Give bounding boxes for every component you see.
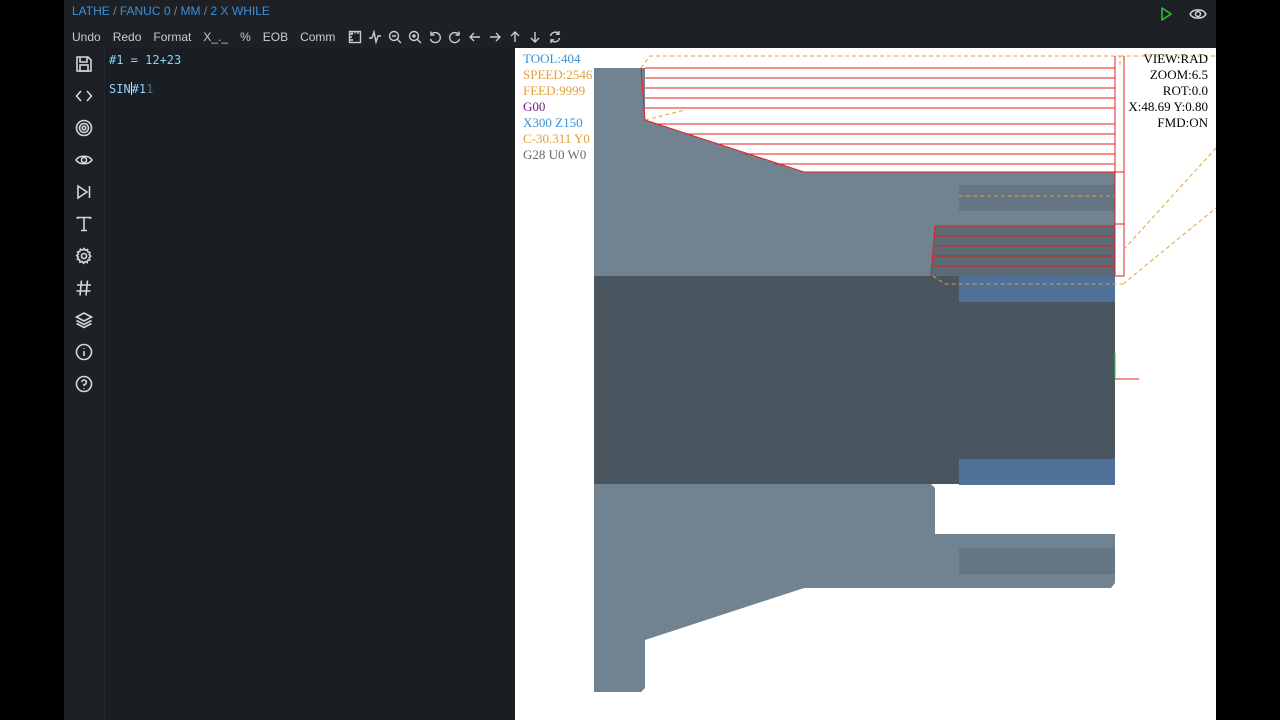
view-mode-readout: VIEW:RAD (1143, 51, 1208, 66)
rotate-left-icon[interactable] (427, 29, 443, 45)
format-button[interactable]: Format (149, 30, 195, 44)
editor-toolbar: Undo Redo Format X_._ % EOB Comm (64, 26, 561, 48)
skip-forward-icon[interactable] (64, 176, 104, 208)
top-right-actions (1156, 4, 1208, 24)
xz-readout: X300 Z150 (523, 115, 583, 130)
code-line-1[interactable]: #1 = 12+23 (109, 53, 181, 67)
play-icon[interactable] (1156, 4, 1176, 24)
top-bar: LATHE / FANUC 0 / MM / 2 X WHILE (64, 0, 1216, 24)
comment-button[interactable]: Comm (296, 30, 339, 44)
settings-icon[interactable] (64, 240, 104, 272)
cy-readout: C-30.311 Y0 (523, 131, 590, 146)
redo-button[interactable]: Redo (109, 30, 146, 44)
viewport-tools (347, 29, 563, 45)
g28-readout: G28 U0 W0 (523, 147, 587, 162)
rotate-right-icon[interactable] (447, 29, 463, 45)
code-editor[interactable]: #1 = 12+23 SIN#11 (104, 48, 514, 720)
rotation-readout: ROT:0.0 (1162, 83, 1208, 98)
code-token: #1 (131, 82, 147, 96)
autocomplete-ghost: 1 (146, 82, 154, 96)
fmd-readout: FMD:ON (1157, 115, 1208, 130)
insert-x-button[interactable]: X_._ (199, 30, 232, 44)
info-icon[interactable] (64, 336, 104, 368)
app-window: LATHE / FANUC 0 / MM / 2 X WHILE Undo Re… (64, 0, 1216, 720)
zoom-out-icon[interactable] (387, 29, 403, 45)
feed-readout: FEED:9999 (523, 83, 586, 98)
arrow-left-icon[interactable] (467, 29, 483, 45)
arrow-up-icon[interactable] (507, 29, 523, 45)
code-token: SIN (109, 82, 131, 96)
target-icon[interactable] (64, 112, 104, 144)
view-status: VIEW:RAD ZOOM:6.5 ROT:0.0 X:48.69 Y:0.80… (1128, 51, 1208, 131)
arrow-down-icon[interactable] (527, 29, 543, 45)
part-solid (594, 68, 1115, 692)
zoom-readout: ZOOM:6.5 (1149, 67, 1208, 82)
eye-icon[interactable] (64, 144, 104, 176)
help-icon[interactable] (64, 368, 104, 400)
save-icon[interactable] (64, 48, 104, 80)
breadcrumb-machine[interactable]: LATHE (72, 4, 110, 18)
breadcrumb-program[interactable]: 2 X WHILE (211, 4, 270, 18)
simulation-viewport[interactable]: TOOL:404 SPEED:2546 FEED:9999 G00 X300 Z… (515, 48, 1216, 720)
pulse-icon[interactable] (367, 29, 383, 45)
cursor-coords-readout: X:48.69 Y:0.80 (1128, 99, 1208, 114)
eob-button[interactable]: EOB (259, 30, 292, 44)
breadcrumb-separator: / (170, 4, 181, 18)
speed-readout: SPEED:2546 (523, 67, 593, 82)
layers-icon[interactable] (64, 304, 104, 336)
text-icon[interactable] (64, 208, 104, 240)
breadcrumb-units[interactable]: MM (181, 4, 201, 18)
tool-readout: TOOL:404 (523, 51, 581, 66)
percent-button[interactable]: % (236, 30, 255, 44)
code-line-2[interactable]: SIN#11 (109, 82, 153, 96)
breadcrumb-separator: / (109, 4, 120, 18)
code-icon[interactable] (64, 80, 104, 112)
breadcrumb: LATHE / FANUC 0 / MM / 2 X WHILE (72, 4, 270, 18)
hash-icon[interactable] (64, 272, 104, 304)
gcode-readout: G00 (523, 99, 546, 114)
lathe-simulation (594, 55, 1216, 692)
undo-button[interactable]: Undo (68, 30, 105, 44)
breadcrumb-control[interactable]: FANUC 0 (120, 4, 171, 18)
refresh-icon[interactable] (547, 29, 563, 45)
zoom-in-icon[interactable] (407, 29, 423, 45)
origin-marker (1114, 353, 1139, 380)
breadcrumb-separator: / (200, 4, 211, 18)
arrow-right-icon[interactable] (487, 29, 503, 45)
ruler-icon[interactable] (347, 29, 363, 45)
machine-status: TOOL:404 SPEED:2546 FEED:9999 G00 X300 Z… (523, 51, 592, 163)
sidebar (64, 48, 104, 720)
eye-icon[interactable] (1188, 4, 1208, 24)
